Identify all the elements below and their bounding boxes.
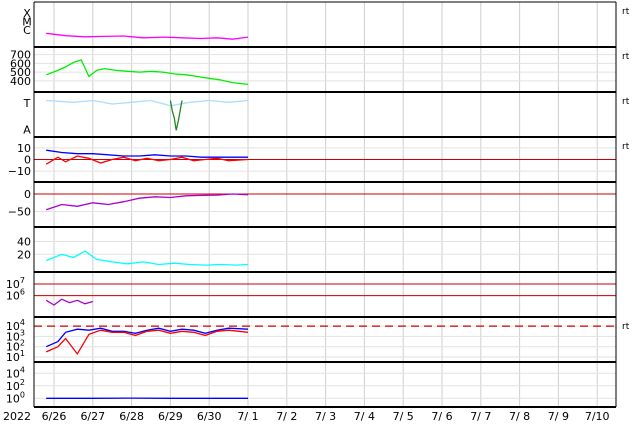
y-tick-exponent: 2: [20, 378, 25, 387]
x-tick-label: 7/ 6: [431, 410, 452, 423]
y-tick-exponent: 7: [20, 276, 25, 285]
x-tick-label: 7/ 2: [276, 410, 297, 423]
data-series: [45, 32, 249, 399]
panel-side-label: rt: [622, 97, 630, 107]
x-tick-label: 6/27: [80, 410, 105, 423]
y-tick-base: 10: [6, 351, 20, 364]
panel-side-label: rt: [622, 7, 630, 17]
y-tick-exponent: 2: [20, 339, 25, 348]
series-line-xmc: [46, 32, 249, 40]
y-tick-base: 10: [6, 380, 20, 393]
y-tick-exponent: 1: [20, 349, 25, 358]
y-tick-exponent: 3: [20, 328, 25, 337]
x-tick-label: 7/ 4: [354, 410, 375, 423]
y-tick-label: 106: [6, 288, 25, 303]
y-tick-exponent: 0: [20, 390, 25, 399]
series-line-dst: [45, 193, 249, 211]
y-tick-exponent: 4: [20, 318, 25, 327]
y-tick-label: −10: [8, 165, 31, 178]
y-tick-label: 20: [17, 248, 31, 261]
y-tick-base: 10: [6, 290, 20, 303]
x-tick-label: 7/ 7: [470, 410, 491, 423]
x-tick-label: 6/28: [119, 410, 144, 423]
y-tick-label: 40: [17, 236, 31, 249]
x-tick-label: 7/ 3: [315, 410, 336, 423]
x-tick-label: 7/10: [585, 410, 610, 423]
x-tick-label: 6/29: [158, 410, 183, 423]
panel-side-label: rt: [622, 142, 630, 152]
x-tick-label: 6/30: [197, 410, 222, 423]
y-tick-label: 0: [24, 188, 31, 201]
y-tick-label: −50: [8, 206, 31, 219]
axis-labels: 6/26 6/27 6/28 6/29 6/30 7/ 1 7/ 2 7/ 3 7/ 4 7/ 5…: [3, 7, 630, 423]
panel-letter-label: C: [23, 24, 31, 37]
grid-lines: [34, 2, 616, 407]
y-tick-label: 101: [6, 349, 25, 364]
x-tick-label: 6/26: [42, 410, 67, 423]
x-tick-label: 7/ 9: [548, 410, 569, 423]
y-tick-base: 10: [6, 392, 20, 405]
x-tick-label: 7/ 8: [509, 410, 530, 423]
y-tick-base: 10: [6, 367, 20, 380]
series-line-electron_flux: [45, 298, 93, 306]
y-tick-exponent: 6: [20, 288, 25, 297]
space-weather-chart: 6/26 6/27 6/28 6/29 6/30 7/ 1 7/ 2 7/ 3 7/ 4 7/ 5…: [3, 1, 630, 423]
y-tick-label: 400: [10, 75, 31, 88]
panel-letter-label: A: [23, 123, 31, 136]
panel-side-label: rt: [622, 322, 630, 332]
reference-lines: [34, 159, 616, 327]
series-line-proton_flux: [45, 329, 249, 356]
x-axis-year-label: 2022: [3, 410, 31, 423]
panel-letter-label: T: [23, 97, 31, 110]
series-line-ta: [46, 99, 249, 107]
y-tick-exponent: 4: [20, 365, 25, 374]
x-tick-label: 7/ 5: [393, 410, 414, 423]
panel-side-label: rt: [622, 52, 630, 62]
y-tick-label: 100: [6, 390, 25, 405]
series-line-ae: [45, 250, 249, 266]
x-tick-label: 7/ 1: [237, 410, 258, 423]
